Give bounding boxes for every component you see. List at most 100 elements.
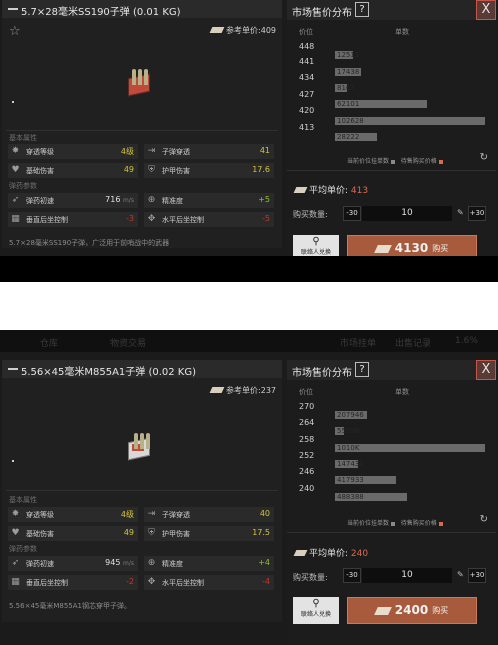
divider <box>6 490 278 491</box>
divider <box>287 532 496 533</box>
legend-current-label: 当前价位挂单数 <box>347 158 390 165</box>
damage-icon: ♥ <box>11 528 20 538</box>
nav-item[interactable]: 出售记录 <box>395 336 431 349</box>
minus-30-button[interactable]: -30 <box>343 206 361 221</box>
stat-value: 17.5 <box>252 528 270 537</box>
v-recoil-icon: ▦ <box>11 577 20 587</box>
average-price: 平均单价: 240 <box>293 546 368 559</box>
qty-label: 62101 <box>337 100 360 108</box>
market-header: 市场售价分布 ? X <box>287 0 496 20</box>
edit-pen-icon[interactable]: ✎ <box>457 208 464 217</box>
nav-item[interactable]: 市场挂单 <box>340 336 376 349</box>
minus-30-button[interactable]: -30 <box>343 568 361 583</box>
close-button[interactable]: X <box>476 0 496 20</box>
stat-base-damage: ♥ 基础伤害 49 <box>8 526 138 541</box>
edit-pen-icon[interactable]: ✎ <box>457 570 464 579</box>
favorite-star-icon[interactable]: ☆ <box>9 24 21 39</box>
price-tag-icon <box>293 187 308 193</box>
nav-item[interactable]: 仓库 <box>40 336 58 349</box>
nav-item[interactable]: 物资交易 <box>110 336 146 349</box>
legend: 当前价位挂单数 待售购买价格 <box>347 156 443 165</box>
average-price: 平均单价: 413 <box>293 183 368 196</box>
stat-horizontal-recoil: ✥ 水平后坐控制 -5 <box>144 212 274 227</box>
stat-base-damage: ♥ 基础伤害 49 <box>8 163 138 178</box>
qty-label: 28222 <box>337 133 360 141</box>
avg-label: 平均单价: <box>309 186 349 196</box>
velocity-icon: ➶ <box>11 195 20 205</box>
item-title: 5.56×45毫米M855A1子弹 (0.02 KG) <box>21 367 197 378</box>
collapse-dash-icon[interactable] <box>8 8 18 10</box>
penetration-icon: ✸ <box>11 509 20 519</box>
stat-label: 子弹穿透 <box>162 511 190 519</box>
price-level: 434 <box>299 73 315 82</box>
h-recoil-icon: ✥ <box>147 577 156 587</box>
qty-bar: 207946 <box>335 411 367 419</box>
stat-label: 基础伤害 <box>26 167 54 175</box>
qty-bar: 8167 <box>335 84 355 92</box>
quantity-input[interactable]: 10 <box>362 568 452 583</box>
price-level: 420 <box>299 106 315 115</box>
stat-label: 基础伤害 <box>26 530 54 538</box>
help-button[interactable]: ? <box>355 362 369 377</box>
qty-label: 17438 <box>337 68 360 76</box>
search-icon: ⚲ <box>312 236 320 247</box>
refresh-icon[interactable]: ↻ <box>480 152 488 163</box>
item-detail-panel: 5.56×45毫米M855A1子弹 (0.02 KG) 参考单价:237 基本属… <box>2 360 282 622</box>
qty-bar: 102628 <box>335 117 485 125</box>
stat-armor-damage: ⛨ 护甲伤害 17.5 <box>144 526 274 541</box>
market-panel: 市场售价分布 ? X 价位 单数 270 264 258 252 246 240… <box>287 360 496 642</box>
qty-label: 1010K <box>337 444 360 452</box>
seller-label: 联络人兑换 <box>300 611 331 618</box>
col-price-header: 价位 <box>299 388 313 396</box>
stat-value: -5 <box>262 214 270 223</box>
price-level: 240 <box>299 484 315 493</box>
stat-label: 穿透等级 <box>26 511 54 519</box>
price-tag-icon <box>373 244 392 253</box>
armor-damage-icon: ⛨ <box>148 165 155 175</box>
help-button[interactable]: ? <box>355 2 369 17</box>
section-ballistic-label: 弹药参数 <box>9 545 37 553</box>
item-title-bar: 5.7×28毫米SS190子弹 (0.01 KG) <box>2 0 282 18</box>
stat-label: 精准度 <box>162 197 183 205</box>
damage-icon: ♥ <box>11 165 20 175</box>
qty-label: 8167 <box>337 84 355 92</box>
qty-label: 购买数量: <box>293 573 328 582</box>
stat-label: 穿透等级 <box>26 148 54 156</box>
stat-penetration-level: ✸ 穿透等级 4级 <box>8 144 138 159</box>
divider <box>287 170 496 171</box>
qty-label: 207946 <box>337 411 364 419</box>
collapse-dash-icon[interactable] <box>8 368 18 370</box>
qty-label: 55598 <box>337 427 360 435</box>
item-detail-panel: 5.7×28毫米SS190子弹 (0.01 KG) ☆ 参考单价:409 基本属… <box>2 0 282 248</box>
qty-label: 12512 <box>337 51 360 59</box>
price-tag-icon <box>293 550 308 556</box>
stat-muzzle-velocity: ➶ 弹药初速 716 m/s <box>8 193 138 208</box>
stat-bullet-penetration: ⇥ 子弹穿透 40 <box>144 507 274 522</box>
market-window-1: 5.7×28毫米SS190子弹 (0.01 KG) ☆ 参考单价:409 基本属… <box>0 0 498 282</box>
stat-value: 40 <box>259 509 270 518</box>
quantity-input[interactable]: 10 <box>362 206 452 221</box>
indicator-dot <box>12 101 14 103</box>
buy-button[interactable]: 2400 购买 <box>347 597 477 624</box>
legend-current-label: 当前价位挂单数 <box>347 520 390 527</box>
stat-unit: m/s <box>123 560 134 567</box>
stat-value: 4级 <box>120 510 134 519</box>
contact-seller-button[interactable]: ⚲ 联络人兑换 <box>293 597 339 624</box>
plus-30-button[interactable]: +30 <box>468 568 486 583</box>
stat-armor-damage: ⛨ 护甲伤害 17.6 <box>144 163 274 178</box>
qty-label: 417933 <box>337 476 364 484</box>
qty-bar: 62101 <box>335 100 427 108</box>
nav-item: 1.6% <box>455 336 478 346</box>
stat-vertical-recoil: ▦ 垂直后坐控制 -3 <box>8 212 138 227</box>
stat-accuracy: ⊕ 精准度 +4 <box>144 556 274 571</box>
stat-label: 垂直后坐控制 <box>26 579 68 587</box>
qty-label: 147431 <box>337 460 364 468</box>
col-qty-header: 单数 <box>395 388 409 396</box>
close-button[interactable]: X <box>476 360 496 380</box>
plus-30-button[interactable]: +30 <box>468 206 486 221</box>
stat-label: 垂直后坐控制 <box>26 216 68 224</box>
stat-value-number: 945 <box>105 558 121 567</box>
refresh-icon[interactable]: ↻ <box>480 514 488 525</box>
stat-value: -3 <box>126 214 134 223</box>
ammo-box-image <box>122 67 156 97</box>
